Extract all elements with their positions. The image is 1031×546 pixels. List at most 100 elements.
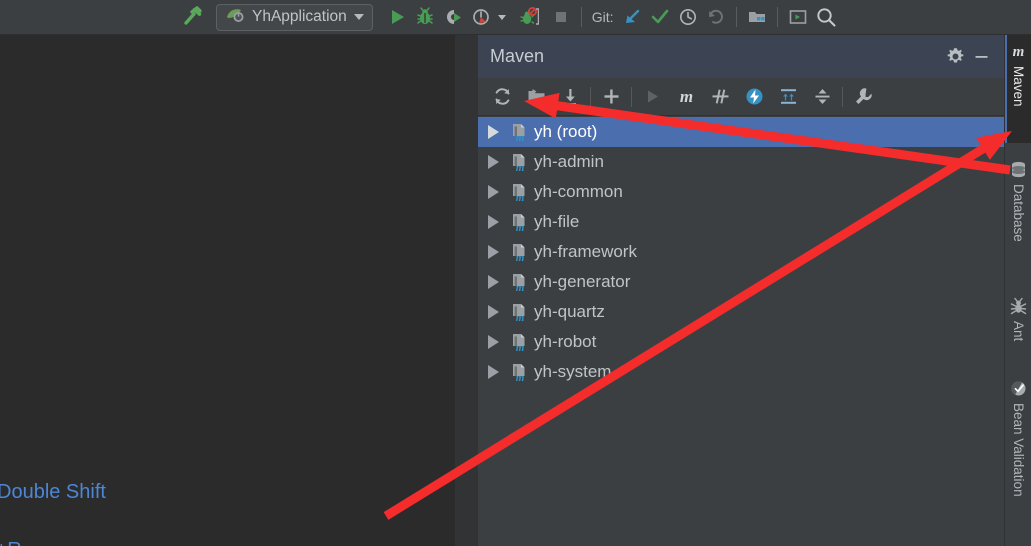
editor-area[interactable]: Double Shift t+R	[0, 35, 455, 546]
hammer-icon[interactable]	[178, 3, 206, 31]
svg-text:m: m	[516, 222, 525, 232]
maven-tree-row-label: yh-common	[534, 182, 623, 202]
main-toolbar: YhApplication	[0, 0, 1031, 35]
maven-toolbar-divider-2	[631, 87, 632, 107]
toolbar-divider-1	[581, 7, 582, 27]
run-configuration-selector[interactable]: YhApplication	[216, 4, 373, 31]
maven-tree-row-label: yh-framework	[534, 242, 637, 262]
editor-right-gutter	[455, 35, 478, 546]
maven-tree-row[interactable]: m yh-system	[478, 357, 1004, 387]
expand-triangle-icon[interactable]	[488, 275, 499, 289]
lightning-bolt-icon[interactable]	[737, 82, 771, 112]
editor-hint-shortcut: t+R	[0, 539, 22, 546]
maven-tree-row[interactable]: m yh-file	[478, 207, 1004, 237]
sidebar-item-database[interactable]: Database	[1005, 153, 1031, 280]
maven-tree-row-label: yh-quartz	[534, 302, 605, 322]
mute-breakpoints-icon[interactable]	[515, 3, 543, 31]
svg-text:m: m	[679, 87, 692, 106]
maven-tool-window-title: Maven	[490, 46, 942, 67]
arrow-down-left-icon[interactable]	[618, 3, 646, 31]
maven-toolbar-divider-3	[842, 87, 843, 107]
run-configuration-label: YhApplication	[252, 8, 347, 26]
maven-tree-row-label: yh-generator	[534, 272, 630, 292]
svg-text:m: m	[516, 282, 525, 292]
reimport-button[interactable]	[485, 82, 519, 112]
toolbar-divider-2	[736, 7, 737, 27]
maven-tree-row[interactable]: m yh-framework	[478, 237, 1004, 267]
maven-tree-row[interactable]: m yh-admin	[478, 147, 1004, 177]
ide-window: YhApplication	[0, 0, 1031, 546]
database-icon	[1009, 160, 1028, 179]
expand-triangle-icon[interactable]	[488, 185, 499, 199]
maven-tree-row[interactable]: m yh (root)	[478, 117, 1004, 147]
add-maven-project-button[interactable]	[594, 82, 628, 112]
maven-tool-window-header: Maven	[478, 35, 1004, 78]
git-label: Git:	[592, 9, 614, 25]
run-button[interactable]	[383, 3, 411, 31]
maven-module-icon: m	[511, 123, 528, 142]
wrench-icon[interactable]	[846, 82, 880, 112]
maven-projects-tree[interactable]: m yh (root) m yh-admin m yh-common m yh-…	[478, 116, 1004, 546]
maven-module-icon: m	[511, 333, 528, 352]
sidebar-item-ant[interactable]: Ant	[1005, 290, 1031, 362]
svg-text:m: m	[516, 312, 525, 322]
expand-triangle-icon[interactable]	[488, 335, 499, 349]
chevron-down-icon[interactable]	[354, 14, 364, 20]
skip-tests-icon[interactable]	[703, 82, 737, 112]
collapse-all-icon[interactable]	[805, 82, 839, 112]
expand-triangle-icon[interactable]	[488, 215, 499, 229]
expand-triangle-icon[interactable]	[488, 125, 499, 139]
expand-all-icon[interactable]	[771, 82, 805, 112]
download-icon[interactable]	[553, 82, 587, 112]
maven-module-icon: m	[511, 243, 528, 262]
stop-square-icon[interactable]	[547, 3, 575, 31]
expand-triangle-icon[interactable]	[488, 245, 499, 259]
maven-module-icon: m	[511, 213, 528, 232]
m-letter-icon[interactable]: m	[669, 82, 703, 112]
spring-boot-leaf-icon	[226, 6, 245, 28]
folder-refresh-icon[interactable]	[519, 82, 553, 112]
maven-module-icon: m	[511, 183, 528, 202]
clock-icon[interactable]	[674, 3, 702, 31]
maven-tree-row[interactable]: m yh-robot	[478, 327, 1004, 357]
svg-text:m: m	[1013, 44, 1025, 60]
sidebar-item-maven[interactable]: m Maven	[1005, 35, 1031, 143]
maven-module-icon: m	[511, 303, 528, 322]
run-build-button[interactable]	[635, 82, 669, 112]
profiler-icon[interactable]	[467, 3, 495, 31]
undo-icon[interactable]	[702, 3, 730, 31]
maven-tree-row-label: yh (root)	[534, 122, 597, 142]
coverage-icon[interactable]	[439, 3, 467, 31]
terminal-icon[interactable]	[784, 3, 812, 31]
expand-triangle-icon[interactable]	[488, 155, 499, 169]
svg-text:m: m	[516, 372, 525, 382]
maven-toolbar-divider-1	[590, 87, 591, 107]
sidebar-item-bean-validation[interactable]: Bean Validation	[1005, 372, 1031, 522]
maven-tree-row[interactable]: m yh-common	[478, 177, 1004, 207]
svg-text:m: m	[516, 342, 525, 352]
svg-text:m: m	[516, 252, 525, 262]
sidebar-item-label: Ant	[1011, 321, 1026, 341]
bug-icon[interactable]	[411, 3, 439, 31]
maven-toolbar: m	[478, 78, 1004, 116]
toolbar-divider-3	[777, 7, 778, 27]
maven-tree-row[interactable]: m yh-quartz	[478, 297, 1004, 327]
sidebar-item-label: Database	[1011, 184, 1026, 242]
right-tool-window-bar: m Maven Database	[1004, 35, 1031, 546]
check-icon[interactable]	[646, 3, 674, 31]
expand-triangle-icon[interactable]	[488, 305, 499, 319]
gear-icon[interactable]	[942, 44, 968, 70]
maven-tree-row-label: yh-robot	[534, 332, 596, 352]
search-icon[interactable]	[812, 3, 840, 31]
maven-tree-row-label: yh-admin	[534, 152, 604, 172]
svg-text:m: m	[516, 132, 525, 142]
maven-tree-row[interactable]: m yh-generator	[478, 267, 1004, 297]
maven-module-icon: m	[511, 273, 528, 292]
profiler-dropdown-chevron-down-icon[interactable]	[495, 3, 509, 31]
maven-module-icon: m	[511, 363, 528, 382]
sidebar-item-label: Maven	[1011, 66, 1026, 107]
project-structure-icon[interactable]	[743, 3, 771, 31]
minimize-icon[interactable]	[968, 44, 994, 70]
expand-triangle-icon[interactable]	[488, 365, 499, 379]
ant-icon	[1009, 297, 1028, 316]
